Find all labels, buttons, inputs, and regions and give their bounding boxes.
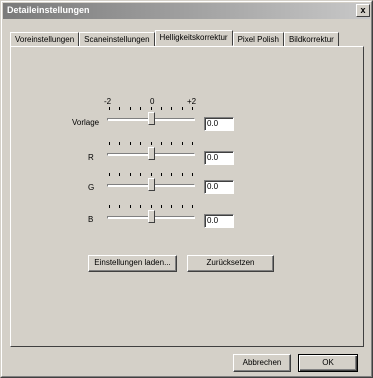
slider-tick xyxy=(151,173,152,176)
slider-tick xyxy=(182,142,183,145)
close-button[interactable]: x xyxy=(356,4,370,17)
title-bar[interactable]: Detaileinstellungen x xyxy=(3,3,370,19)
brightness-slider-vorlage[interactable] xyxy=(107,107,195,129)
slider-tick xyxy=(171,173,172,176)
slider-tick xyxy=(130,107,131,110)
slider-tick xyxy=(140,173,141,176)
tab-pixel-polish[interactable]: Pixel Polish xyxy=(232,32,284,46)
ok-button[interactable]: OK xyxy=(298,354,358,372)
tab-voreinstellungen[interactable]: Voreinstellungen xyxy=(10,32,80,46)
slider-tick xyxy=(171,142,172,145)
slider-tick xyxy=(182,173,183,176)
slider-tick xyxy=(182,205,183,208)
slider-tick xyxy=(140,142,141,145)
slider-tick xyxy=(140,205,141,208)
brightness-slider-r[interactable] xyxy=(107,142,195,164)
reset-button[interactable]: Zurücksetzen xyxy=(187,255,274,272)
slider-tick xyxy=(161,142,162,145)
tab-helligkeitskorrektur[interactable]: Helligkeitskorrektur xyxy=(154,30,233,46)
slider-tick xyxy=(192,142,193,145)
scale-max-label: +2 xyxy=(187,97,197,106)
slider-tick xyxy=(151,142,152,145)
slider-tick xyxy=(109,173,110,176)
slider-tick xyxy=(130,205,131,208)
slider-tick xyxy=(119,107,120,110)
scale-min-label: -2 xyxy=(104,97,112,106)
slider-tick xyxy=(161,107,162,110)
slider-tick xyxy=(130,173,131,176)
slider-tick xyxy=(109,205,110,208)
scale-mid-label: 0 xyxy=(150,97,155,106)
slider-tick xyxy=(192,173,193,176)
slider-thumb[interactable] xyxy=(148,210,155,223)
value-field-b[interactable]: 0.0 xyxy=(204,214,234,228)
tab-bildkorrektur[interactable]: Bildkorrektur xyxy=(283,32,339,46)
tab-panel-helligkeitskorrektur xyxy=(10,46,364,347)
slider-tick xyxy=(119,142,120,145)
slider-tick xyxy=(192,107,193,110)
slider-tick xyxy=(161,173,162,176)
brightness-slider-b[interactable] xyxy=(107,205,195,227)
slider-thumb[interactable] xyxy=(148,178,155,191)
slider-tick xyxy=(130,142,131,145)
value-field-vorlage[interactable]: 0.0 xyxy=(204,117,234,131)
slider-tick xyxy=(119,173,120,176)
load-settings-button[interactable]: Einstellungen laden... xyxy=(88,255,177,272)
cancel-button[interactable]: Abbrechen xyxy=(233,354,291,372)
slider-tick xyxy=(161,205,162,208)
slider-label-r: R xyxy=(88,153,94,162)
slider-label-b: B xyxy=(88,215,94,224)
slider-tick xyxy=(109,107,110,110)
dialog-window: Detaileinstellungen x Voreinstellungen S… xyxy=(0,0,373,378)
slider-tick xyxy=(151,205,152,208)
slider-tick xyxy=(171,107,172,110)
slider-tick xyxy=(192,205,193,208)
slider-tick xyxy=(171,205,172,208)
slider-label-g: G xyxy=(88,183,95,192)
value-field-g[interactable]: 0.0 xyxy=(204,180,234,194)
value-field-r[interactable]: 0.0 xyxy=(204,151,234,165)
slider-tick xyxy=(109,142,110,145)
slider-thumb[interactable] xyxy=(148,147,155,160)
slider-label-vorlage: Vorlage xyxy=(72,118,100,127)
window-title: Detaileinstellungen xyxy=(7,5,90,15)
brightness-slider-g[interactable] xyxy=(107,173,195,195)
slider-tick xyxy=(151,107,152,110)
tab-strip: Voreinstellungen Scaneinstellungen Helli… xyxy=(10,30,339,46)
tab-scaneinstellungen[interactable]: Scaneinstellungen xyxy=(79,32,155,46)
slider-thumb[interactable] xyxy=(148,112,155,125)
slider-tick xyxy=(119,205,120,208)
slider-tick xyxy=(140,107,141,110)
slider-tick xyxy=(182,107,183,110)
